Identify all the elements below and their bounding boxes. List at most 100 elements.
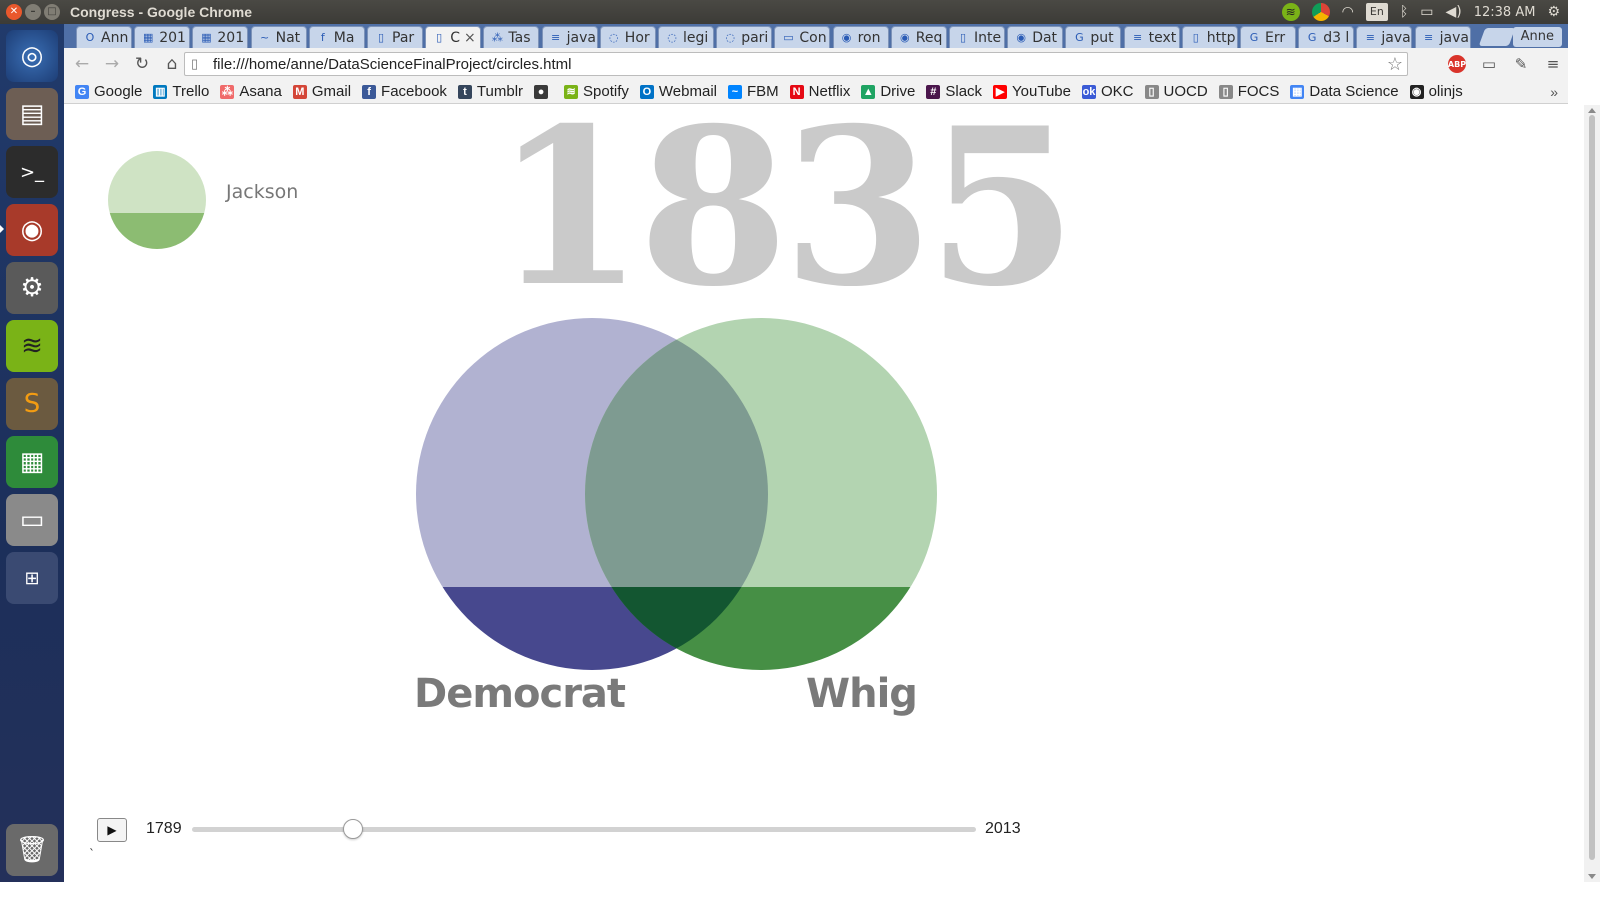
play-button[interactable]: ▶	[97, 818, 127, 842]
facebook-icon: f	[320, 30, 325, 44]
bookmark-2[interactable]: ⁂ Asana	[220, 83, 282, 100]
scroll-down-icon[interactable]	[1588, 874, 1596, 879]
drive-mount-icon[interactable]: ▭	[6, 494, 58, 546]
chrome-icon[interactable]	[1311, 3, 1330, 21]
menu-icon[interactable]: ≡	[1542, 53, 1564, 75]
spreadsheet-icon[interactable]: ▦	[6, 436, 58, 488]
bluetooth-icon[interactable]: ᛒ	[1400, 4, 1408, 20]
bookmark-16[interactable]: ▯ FOCS	[1218, 83, 1279, 100]
tab-5[interactable]: ▯ Par	[367, 26, 423, 48]
bookmark-6[interactable]: ●	[534, 84, 553, 99]
bookmark-14[interactable]: ok OKC	[1082, 83, 1134, 100]
terminal-icon[interactable]: >_	[6, 146, 58, 198]
tab-18[interactable]: ≡ text	[1123, 26, 1180, 48]
tab-label: Hor	[624, 29, 650, 46]
profile-button[interactable]: Anne	[1512, 27, 1562, 47]
reload-icon[interactable]: ↻	[130, 52, 154, 76]
back-icon[interactable]: ←	[70, 52, 94, 76]
keyboard-layout-indicator[interactable]: En	[1365, 3, 1388, 21]
tab-23[interactable]: ≡ java	[1414, 26, 1471, 48]
volume-icon[interactable]: ◀)	[1445, 4, 1461, 20]
minimize-window-button[interactable]: –	[25, 4, 41, 20]
close-tab-icon[interactable]: ×	[464, 30, 476, 46]
page-icon: ▯	[1218, 84, 1233, 99]
scrollbar-thumb[interactable]	[1589, 115, 1595, 860]
bookmark-11[interactable]: ▲ Drive	[861, 83, 915, 100]
bookmark-12[interactable]: # Slack	[926, 83, 982, 100]
bookmark-13[interactable]: ▶ YouTube	[993, 83, 1071, 100]
new-tab-button[interactable]	[1478, 28, 1516, 46]
bookmark-1[interactable]: ▥ Trello	[153, 83, 209, 100]
system-settings-icon[interactable]: ⚙	[6, 262, 58, 314]
more-bookmarks-chevron-icon[interactable]: »	[1550, 84, 1558, 100]
address-bar[interactable]: ▯ file:///home/anne/DataScienceFinalProj…	[184, 52, 1408, 76]
ubuntu-dash-icon[interactable]: ◎	[6, 30, 58, 82]
bookmark-15[interactable]: ▯ UOCD	[1144, 83, 1208, 100]
tab-21[interactable]: Gd3 l	[1298, 26, 1355, 48]
tab-8[interactable]: ≡ java	[541, 26, 598, 48]
scroll-up-icon[interactable]	[1588, 108, 1596, 113]
tab-0[interactable]: O Ann	[76, 26, 132, 48]
chrome-launcher-icon[interactable]: ◉	[6, 204, 58, 256]
home-icon[interactable]: ⌂	[160, 52, 184, 76]
bookmark-3[interactable]: M Gmail	[292, 83, 351, 100]
bookmark-9[interactable]: ~ FBM	[727, 83, 779, 100]
tab-7[interactable]: ⁂ Tas	[483, 26, 540, 48]
trash-icon[interactable]: 🗑	[6, 824, 58, 876]
tab-1[interactable]: ▦ 201	[134, 26, 191, 48]
tab-19[interactable]: ▯ http	[1181, 26, 1238, 48]
spotify-launcher-icon[interactable]: ≋	[6, 320, 58, 372]
bookmark-5[interactable]: t Tumblr	[457, 83, 523, 100]
maximize-window-button[interactable]: □	[44, 4, 60, 20]
tab-9[interactable]: ◌ Hor	[599, 26, 656, 48]
close-window-button[interactable]: ✕	[6, 4, 22, 20]
stackoverflow-icon: ≡	[1132, 30, 1143, 44]
tab-label: java	[566, 29, 596, 46]
workspace-switcher-icon[interactable]: ⊞	[6, 552, 58, 604]
bookmark-17[interactable]: ▦ Data Science	[1290, 83, 1399, 100]
wifi-icon[interactable]: ◠	[1342, 4, 1354, 20]
page-scrollbar[interactable]	[1584, 105, 1600, 882]
cast-icon[interactable]: ▭	[1478, 53, 1500, 75]
sheets-icon: ▦	[142, 30, 154, 44]
bookmark-18[interactable]: ◉ olinjs	[1409, 83, 1463, 100]
tab-20[interactable]: G Err	[1240, 26, 1296, 48]
tab-14[interactable]: ◉ Req	[890, 26, 947, 48]
top-panel: ✕ – □ Congress - Google Chrome ≋ ◠ En ᛒ …	[0, 0, 1568, 24]
files-icon[interactable]: ▤	[6, 88, 58, 140]
year-slider-track[interactable]	[192, 827, 976, 832]
okcupid-icon: ok	[1082, 84, 1096, 99]
year-slider-thumb[interactable]	[343, 819, 363, 839]
spotify-icon[interactable]: ≋	[1281, 3, 1300, 21]
tab-17[interactable]: Gput	[1065, 26, 1122, 48]
adblock-icon[interactable]: ABP	[1448, 55, 1466, 73]
tab-13[interactable]: ◉ ron	[832, 26, 889, 48]
bookmark-0[interactable]: G Google	[75, 83, 142, 100]
clock[interactable]: 12:38 AM	[1474, 5, 1536, 20]
tab-label: pari	[741, 29, 769, 46]
google-icon: G	[1307, 30, 1317, 44]
bookmark-10[interactable]: N Netflix	[789, 83, 850, 100]
settings-gear-icon[interactable]: ⚙	[1547, 4, 1560, 20]
outlook-icon: O	[639, 84, 654, 99]
tab-3[interactable]: ~ Nat	[250, 26, 307, 48]
tab-4[interactable]: f Ma	[308, 26, 365, 48]
tab-15[interactable]: ▯ Inte	[949, 26, 1005, 48]
stray-mark: `	[89, 847, 95, 861]
sublime-text-icon[interactable]: S	[6, 378, 58, 430]
tab-16[interactable]: ◉ Dat	[1007, 26, 1064, 48]
forward-icon[interactable]: →	[100, 52, 124, 76]
bookmark-8[interactable]: O Webmail	[639, 83, 717, 100]
eyedropper-icon[interactable]: ✎	[1510, 53, 1532, 75]
battery-icon[interactable]: ▭	[1420, 4, 1433, 20]
bookmark-4[interactable]: f Facebook	[362, 83, 447, 100]
tab-10[interactable]: ◌ legi	[658, 26, 714, 48]
tab-12[interactable]: ▭ Con	[774, 26, 831, 48]
tab-label: Ma	[333, 29, 355, 46]
tab-2[interactable]: ▦ 201	[192, 26, 249, 48]
tab-22[interactable]: ≡ java	[1356, 26, 1413, 48]
bookmark-7[interactable]: ≋ Spotify	[564, 83, 629, 100]
tab-6[interactable]: ▯ C ×	[425, 26, 482, 48]
tab-11[interactable]: ◌ pari	[716, 26, 773, 48]
bookmark-star-icon[interactable]: ☆	[1387, 54, 1403, 75]
